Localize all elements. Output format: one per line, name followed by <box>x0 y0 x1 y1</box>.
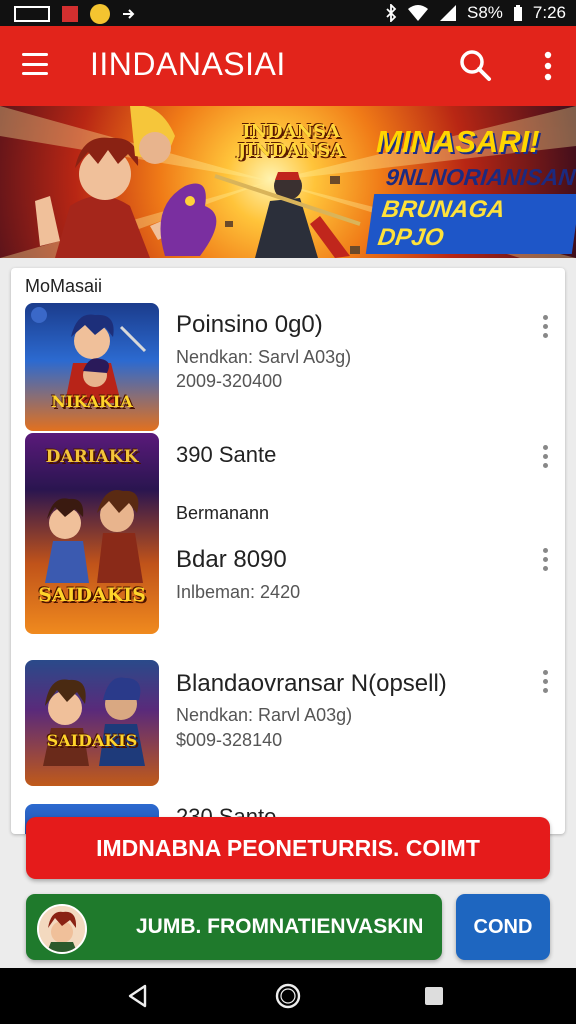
more-options-icon[interactable] <box>540 670 550 696</box>
thumbnail-title: SAIDAKIS <box>46 731 138 750</box>
app-title: IINDANASIAI <box>90 46 286 82</box>
back-icon[interactable] <box>124 982 152 1010</box>
game-list-card: MoMasaii NIKAKIA DARIAKK SAIDAKIS SAIDAK… <box>11 268 565 834</box>
game-title[interactable]: 390 Sante <box>176 442 276 468</box>
system-nav-bar <box>0 968 576 1024</box>
battery-percent: S8% <box>466 3 503 22</box>
clock: 7:26 <box>532 3 566 22</box>
game-thumbnail[interactable]: DARIAKK SAIDAKIS <box>25 433 159 634</box>
more-vert-icon[interactable] <box>536 50 560 82</box>
game-meta: Nendkan: Rarvl A03g) <box>176 705 353 725</box>
secondary-action-label: JUMB. FROMNATIENVASKIN <box>136 915 424 938</box>
game-title[interactable]: Blandaovransar N(opsell) <box>176 670 447 698</box>
primary-action-button[interactable]: IMDNABNA PEONETURRIS. COIMT <box>26 817 550 879</box>
more-options-icon[interactable] <box>540 445 550 471</box>
bluetooth-icon <box>386 4 397 22</box>
banner-logo: INDANSA JINDANSA <box>237 121 345 161</box>
status-bar: S8% 7:26 <box>0 0 576 26</box>
menu-icon[interactable] <box>22 53 48 75</box>
banner-subline: 9NLNORIANISAN <box>384 164 576 190</box>
emoji-icon <box>90 4 110 24</box>
arrow-icon <box>123 9 135 19</box>
recents-icon[interactable] <box>420 982 448 1010</box>
tertiary-action-button[interactable]: COND <box>456 894 550 960</box>
more-options-icon[interactable] <box>540 315 550 341</box>
home-icon[interactable] <box>274 982 302 1010</box>
app-bar: IINDANASIAI <box>0 26 576 106</box>
thumbnail-title: SAIDAKIS <box>38 584 146 606</box>
game-meta: Inlbeman: 2420 <box>176 582 301 602</box>
game-title[interactable]: Bermanann <box>176 503 269 524</box>
game-meta: $009-328140 <box>176 730 283 750</box>
avatar <box>37 904 87 954</box>
thumbnail-art <box>31 307 147 403</box>
avatar-art <box>39 906 85 952</box>
banner-badge: BRUNAGA DPJO <box>365 194 576 254</box>
banner-headline: MINASARI! <box>376 124 540 159</box>
thumbnail-art <box>43 677 145 766</box>
game-meta: 2009-320400 <box>176 371 283 391</box>
more-options-icon[interactable] <box>540 548 550 574</box>
game-meta: Nendkan: Sarvl A03g) <box>176 347 352 367</box>
search-icon[interactable] <box>458 48 492 82</box>
secondary-action-button[interactable]: JUMB. FROMNATIENVASKIN <box>26 894 442 960</box>
game-title[interactable]: Bdar 8090 <box>176 546 287 574</box>
section-title: MoMasaii <box>25 276 103 296</box>
thumbnail-title: NIKAKIA <box>51 392 133 411</box>
promo-banner[interactable]: INDANSA JINDANSA MINASARI! 9NLNORIANISAN… <box>0 106 576 258</box>
screenshot-icon <box>14 6 50 22</box>
wifi-icon <box>407 5 428 21</box>
game-title[interactable]: Poinsino 0g0) <box>176 311 323 339</box>
battery-icon <box>513 5 522 21</box>
signal-icon <box>439 5 456 21</box>
notification-icon <box>62 6 78 22</box>
game-thumbnail[interactable]: NIKAKIA <box>25 303 159 431</box>
game-thumbnail[interactable]: SAIDAKIS <box>25 660 159 786</box>
